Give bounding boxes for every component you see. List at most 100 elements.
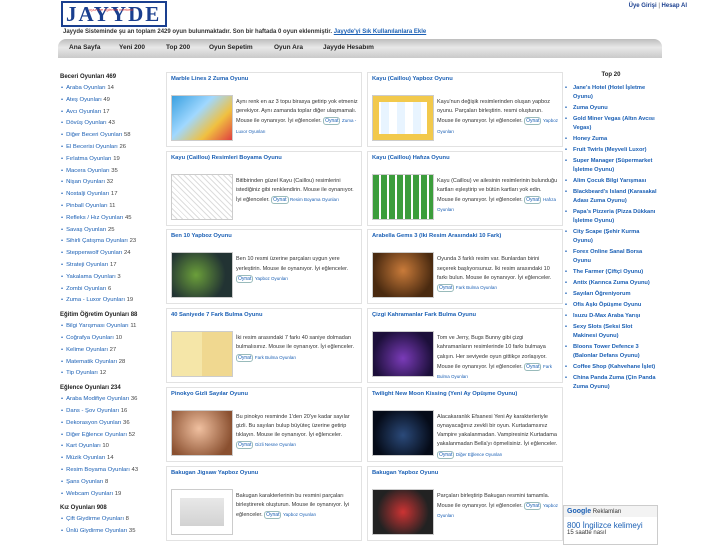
category-link[interactable]: Strateji Oyunları xyxy=(66,262,108,268)
category-link[interactable]: Macera Oyunları xyxy=(66,168,110,174)
game-title[interactable]: Ben 10 Yapboz Oyunu xyxy=(171,233,359,239)
category-item[interactable]: • Kart Oyunları 10 xyxy=(60,441,163,453)
category-link[interactable]: Yakalama Oyunları xyxy=(66,274,116,280)
category-item[interactable]: • Fırlatma Oyunları 19 xyxy=(60,154,163,166)
login-link[interactable]: Üye Girişi xyxy=(629,3,657,9)
category-link[interactable]: Diğer Eğlence Oyunları xyxy=(66,432,127,438)
category-item[interactable]: • Savaş Oyunları 25 xyxy=(60,225,163,237)
category-item[interactable]: • Yakalama Oyunları 3 xyxy=(60,272,163,284)
game-title[interactable]: Kayu (Caillou) Yapboz Oyunu xyxy=(372,76,560,82)
category-item[interactable]: • Matematik Oyunları 28 xyxy=(60,357,163,369)
category-link[interactable]: Nişan Oyunları xyxy=(66,179,105,185)
category-name[interactable]: Eğitim Öğretim Oyunları xyxy=(60,312,129,318)
top20-link[interactable]: Coffee Shop (Kahvehane İşlet) xyxy=(569,363,657,372)
nav-basket[interactable]: Oyun Sepetim xyxy=(209,44,253,51)
top20-link[interactable]: Papa's Pizzeria (Pizza Dükkanı İşletme O… xyxy=(569,208,657,226)
category-link[interactable]: Ünlü Giydirme Oyunları xyxy=(66,528,127,534)
game-thumbnail[interactable] xyxy=(372,173,434,220)
top20-item[interactable]: • Honey Zuma xyxy=(565,135,657,144)
category-item[interactable]: • Bilgi Yarışması Oyunları 11 xyxy=(60,321,163,333)
top20-link[interactable]: Ofis Aşkı Öpüşme Oyunu xyxy=(569,301,657,310)
game-thumbnail[interactable] xyxy=(372,252,434,299)
game-title[interactable]: 40 Saniyede 7 Fark Bulma Oyunu xyxy=(171,312,359,318)
category-item[interactable]: • Diğer Eğlence Oyunları 52 xyxy=(60,430,163,442)
category-link[interactable]: Avcı Oyunları xyxy=(66,109,101,115)
category-link[interactable]: Çift Giydirme Oyunları xyxy=(66,516,124,522)
category-item[interactable]: • El Becerisi Oyunları 26 xyxy=(60,142,163,154)
category-name[interactable]: Beceri Oyunları xyxy=(60,74,104,80)
category-link[interactable]: Araba Oyunları xyxy=(66,85,106,91)
category-item[interactable]: • Strateji Oyunları 17 xyxy=(60,260,163,272)
game-category-tag[interactable]: Gizli Nesne Oyunları xyxy=(255,442,296,447)
category-item[interactable]: • Araba Oyunları 14 xyxy=(60,83,163,95)
category-link[interactable]: Savaş Oyunları xyxy=(66,227,106,233)
category-link[interactable]: Dekorasyon Oyunları xyxy=(66,420,121,426)
game-thumbnail[interactable] xyxy=(372,331,434,378)
nav-top200[interactable]: Top 200 xyxy=(166,44,190,51)
category-link[interactable]: Diğer Beceri Oyunları xyxy=(66,132,122,138)
category-link[interactable]: Steppenwolf Oyunları xyxy=(66,250,122,256)
category-item[interactable]: • Steppenwolf Oyunları 24 xyxy=(60,248,163,260)
game-category-tag[interactable]: Yapboz Oyunları xyxy=(283,512,316,517)
top20-link[interactable]: Sayıları Öğreniyorum xyxy=(569,290,657,299)
category-item[interactable]: • Sihirli Çatışma Oyunları 23 xyxy=(60,236,163,248)
top20-item[interactable]: • Papa's Pizzeria (Pizza Dükkanı İşletme … xyxy=(565,208,657,226)
top20-item[interactable]: • Super Manager (Süpermarket İşletme Oyun… xyxy=(565,157,657,175)
play-button[interactable]: Oynat xyxy=(437,450,455,459)
category-link[interactable]: Kelime Oyunları xyxy=(66,347,108,353)
top20-item[interactable]: • Fruit Twirls (Meyveli Luxor) xyxy=(565,146,657,155)
category-item[interactable]: • Coğrafya Oyunları 10 xyxy=(60,333,163,345)
nav-new200[interactable]: Yeni 200 xyxy=(119,44,145,51)
category-name[interactable]: Kız Oyunları xyxy=(60,505,95,511)
category-item[interactable]: • Resim Boyama Oyunları 43 xyxy=(60,465,163,477)
category-item[interactable]: • Nostalji Oyunları 17 xyxy=(60,189,163,201)
top20-item[interactable]: • Antix (Karınca Zuma Oyunu) xyxy=(565,279,657,288)
category-link[interactable]: Ateş Oyunları xyxy=(66,97,102,103)
game-category-tag[interactable]: Diğer Eğlence Oyunları xyxy=(456,452,503,457)
game-thumbnail[interactable] xyxy=(372,409,434,456)
top20-link[interactable]: Forex Online Sanal Borsa Oyunu xyxy=(569,248,657,266)
category-item[interactable]: • Ateş Oyunları 49 xyxy=(60,95,163,107)
top20-item[interactable]: • City Scape (Şehir Kurma Oyunu) xyxy=(565,228,657,246)
category-item[interactable]: • Zuma - Luxor Oyunları 19 xyxy=(60,295,163,307)
game-title[interactable]: Pinokyo Gizli Sayılar Oyunu xyxy=(171,391,359,397)
category-link[interactable]: Matematik Oyunları xyxy=(66,359,117,365)
play-button[interactable]: Oynat xyxy=(271,196,289,205)
category-link[interactable]: Zombi Oyunları xyxy=(66,286,106,292)
top20-link[interactable]: Alim Çocuk Bilgi Yarışması xyxy=(569,177,657,186)
category-item[interactable]: • Avcı Oyunları 17 xyxy=(60,107,163,119)
category-link[interactable]: Araba Modifiye Oyunları xyxy=(66,396,129,402)
bookmark-link[interactable]: Jayyde'yi Sık Kullanılanlara Ekle xyxy=(334,29,426,35)
game-thumbnail[interactable] xyxy=(171,409,233,456)
category-link[interactable]: Resim Boyama Oyunları xyxy=(66,467,130,473)
category-link[interactable]: Refleks / Hız Oyunları xyxy=(66,215,123,221)
category-link[interactable]: Bilgi Yarışması Oyunları xyxy=(66,323,129,329)
game-thumbnail[interactable] xyxy=(372,95,434,141)
top20-item[interactable]: • Sexy Slots (Seksi Slot Makinesi Oyunu) xyxy=(565,323,657,341)
game-title[interactable]: Çizgi Kahramanlar Fark Bulma Oyunu xyxy=(372,312,560,318)
play-button[interactable]: Oynat xyxy=(236,274,254,283)
game-thumbnail[interactable] xyxy=(171,488,233,535)
play-button[interactable]: Oynat xyxy=(264,510,282,519)
category-link[interactable]: Nostalji Oyunları xyxy=(66,191,109,197)
category-item[interactable]: • Zombi Oyunları 6 xyxy=(60,284,163,296)
game-category-tag[interactable]: Fark Bulma Oyunları xyxy=(255,355,296,360)
game-title[interactable]: Twilight New Moon Kissing (Yeni Ay Öpüşm… xyxy=(372,391,560,397)
play-button[interactable]: Oynat xyxy=(236,441,254,450)
category-name[interactable]: Eğlence Oyunları xyxy=(60,385,109,391)
nav-search[interactable]: Oyun Ara xyxy=(274,44,303,51)
top20-link[interactable]: Super Manager (Süpermarket İşletme Oyunu… xyxy=(569,157,657,175)
game-thumbnail[interactable] xyxy=(171,173,233,220)
play-button[interactable]: Oynat xyxy=(524,362,542,371)
top20-item[interactable]: • Coffee Shop (Kahvehane İşlet) xyxy=(565,363,657,372)
top20-link[interactable]: China Panda Zuma (Çin Panda Zuma Oyunu) xyxy=(569,374,657,392)
category-item[interactable]: • Diğer Beceri Oyunları 58 xyxy=(60,130,163,142)
category-link[interactable]: Müzik Oyunları xyxy=(66,455,105,461)
top20-link[interactable]: Antix (Karınca Zuma Oyunu) xyxy=(569,279,657,288)
top20-link[interactable]: The Farmer (Çiftçi Oyunu) xyxy=(569,268,657,277)
category-link[interactable]: Pinball Oyunları xyxy=(66,203,108,209)
top20-item[interactable]: • The Farmer (Çiftçi Oyunu) xyxy=(565,268,657,277)
top20-link[interactable]: Sexy Slots (Seksi Slot Makinesi Oyunu) xyxy=(569,323,657,341)
category-item[interactable]: • Müzik Oyunları 14 xyxy=(60,453,163,465)
top20-item[interactable]: • Alim Çocuk Bilgi Yarışması xyxy=(565,177,657,186)
